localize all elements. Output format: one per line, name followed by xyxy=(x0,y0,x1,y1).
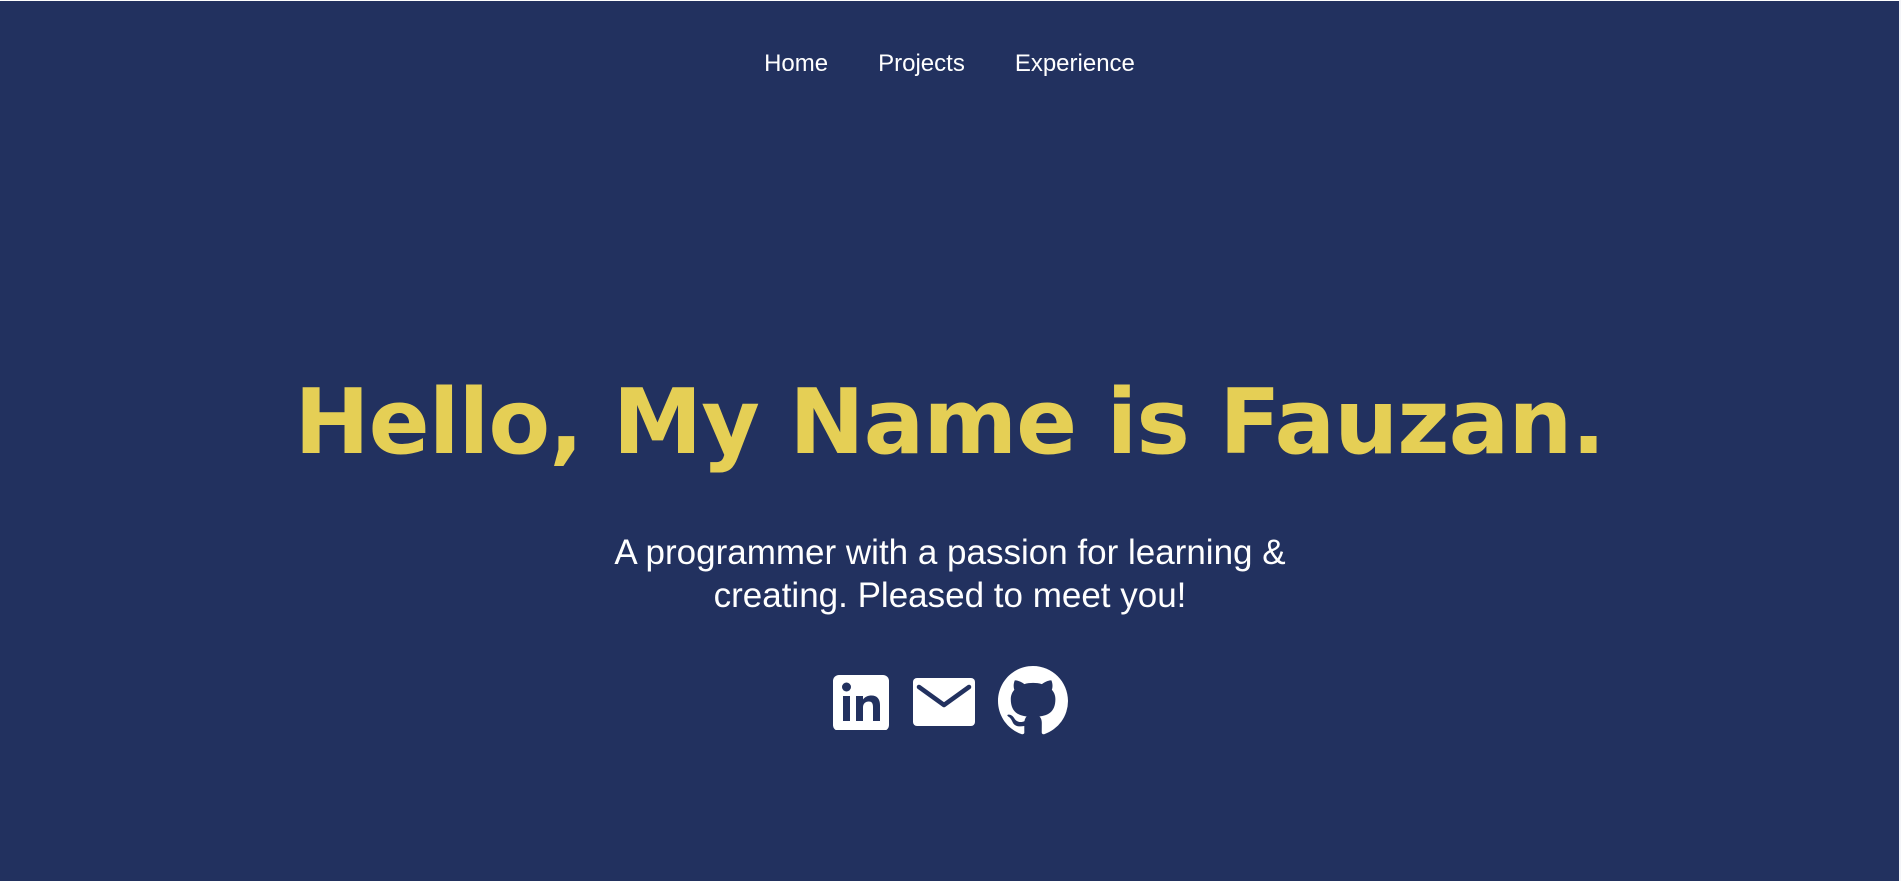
github-icon xyxy=(997,666,1068,735)
github-link[interactable] xyxy=(997,666,1068,736)
page: Home Projects Experience Hello, My Name … xyxy=(0,0,1901,881)
nav-projects-link[interactable]: Projects xyxy=(878,48,965,80)
portfolio-page: Home Projects Experience Hello, My Name … xyxy=(0,1,1901,881)
email-link[interactable] xyxy=(912,672,976,730)
hero-title: Hello, My Name is Fauzan. xyxy=(294,370,1605,475)
hero-subtitle: A programmer with a passion for learning… xyxy=(614,533,1286,615)
social-links xyxy=(0,666,1899,736)
linkedin-icon xyxy=(832,675,889,730)
nav-experience-link[interactable]: Experience xyxy=(1015,48,1135,80)
nav-home-link[interactable]: Home xyxy=(764,48,828,80)
email-icon xyxy=(912,678,975,726)
linkedin-link[interactable] xyxy=(832,672,890,730)
top-navigation: Home Projects Experience xyxy=(0,48,1899,80)
